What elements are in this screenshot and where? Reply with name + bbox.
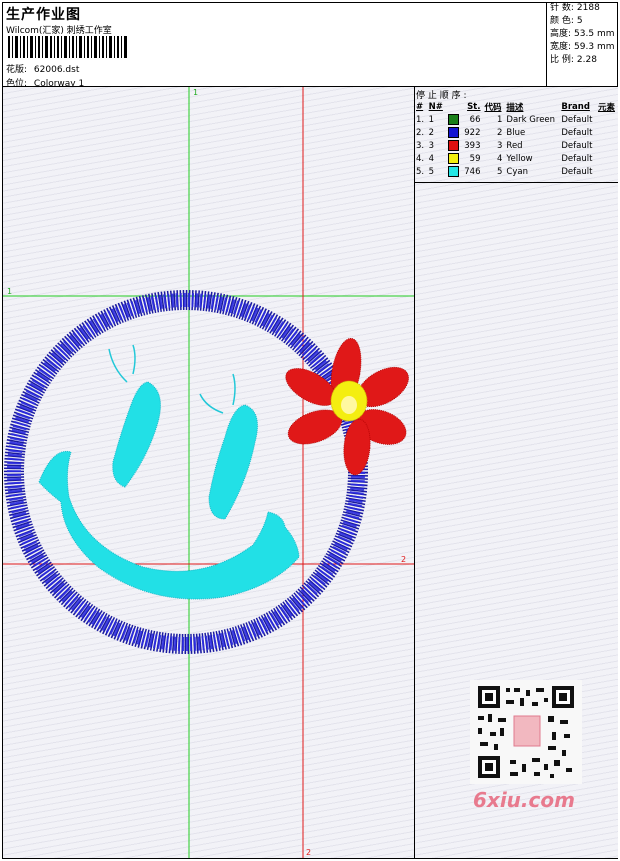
color-swatch — [447, 166, 459, 177]
color-swatch — [447, 127, 459, 138]
pattern-row: 花版: 62006.dst — [6, 62, 79, 75]
table-header-row: # N# St. 代码 描述 Brand 元素 — [416, 101, 615, 113]
qr-code-icon — [470, 680, 582, 784]
stat-height: 高度: 53.5 mm — [550, 29, 615, 39]
stat-width: 宽度: 59.3 mm — [550, 42, 615, 52]
color-swatch — [447, 140, 459, 151]
stop-sequence-table: # N# St. 代码 描述 Brand 元素 1. 1 66 1 Dark Green… — [414, 100, 618, 178]
table-row: 5. 5 746 5 Cyan Default — [416, 166, 593, 177]
pattern-value: 62006.dst — [33, 65, 80, 75]
guide-label-red-bottom: 2 — [306, 848, 311, 857]
table-row: 3. 3 393 3 Red Default — [416, 140, 593, 151]
color-swatch — [447, 114, 459, 125]
table-row: 2. 2 922 2 Blue Default — [416, 127, 593, 138]
embroidery-preview: 1 1 2 2 — [3, 87, 414, 858]
stat-colors: 颜 色: 5 — [550, 16, 583, 26]
barcode-icon — [8, 36, 127, 58]
watermark-text: 6xiu.com — [473, 788, 575, 812]
page-title: 生产作业图 — [6, 7, 81, 23]
guide-label-green-top: 1 — [193, 88, 198, 97]
table-row: 4. 4 59 4 Yellow Default — [416, 153, 593, 164]
stat-stitches: 针 数: 2188 — [550, 3, 600, 13]
guide-label-red-right: 2 — [401, 555, 406, 564]
design-canvas: 1 1 2 2 — [3, 87, 414, 858]
guide-label-green-left: 1 — [7, 287, 12, 296]
pattern-label: 花版: — [6, 65, 28, 75]
stats-panel: 针 数: 2188 颜 色: 5 高度: 53.5 mm 宽度: 59.3 mm 比 例… — [546, 2, 619, 86]
color-swatch — [447, 153, 459, 164]
table-row: 1. 1 66 1 Dark Green Default — [416, 114, 593, 125]
stat-scale: 比 例: 2.28 — [550, 55, 597, 65]
studio-name: Wilcom(汇家) 刺绣工作室 — [6, 26, 112, 36]
